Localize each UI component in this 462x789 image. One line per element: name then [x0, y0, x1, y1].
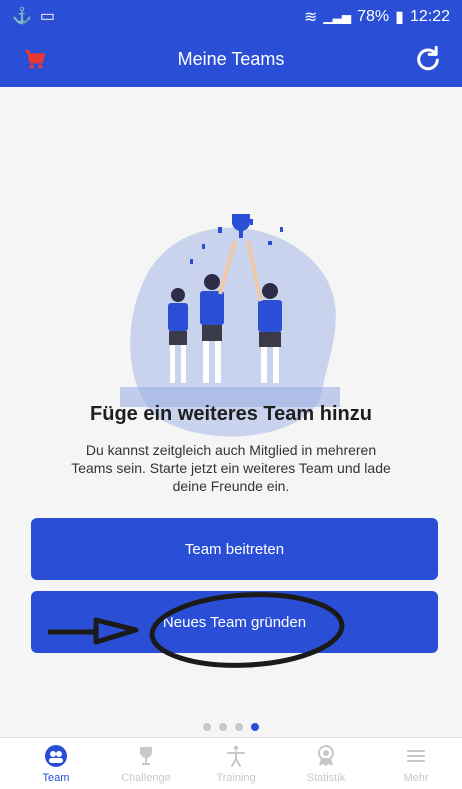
battery-icon: ▮ — [395, 9, 404, 26]
signal-icon: ▁▃▅ — [323, 10, 352, 24]
nav-tab-statistik[interactable]: Statistik — [280, 738, 372, 789]
page-dot-active — [251, 723, 259, 731]
status-bar: ⚓ ▭ ≋ ▁▃▅ 78% ▮ 12:22 — [0, 0, 462, 33]
create-team-button[interactable]: Neues Team gründen — [31, 591, 438, 653]
page-dot — [235, 723, 243, 731]
main-content: Füge ein weiteres Team hinzu Du kannst z… — [0, 87, 462, 737]
battery-percent: 78% — [357, 8, 390, 25]
nav-tab-training[interactable]: Training — [190, 738, 282, 789]
usb-icon: ⚓ — [12, 8, 32, 25]
nav-label-team: Team — [42, 772, 70, 784]
refresh-icon[interactable] — [414, 45, 442, 73]
description: Du kannst zeitgleich auch Mitglied in me… — [71, 442, 391, 494]
headline: Füge ein weiteres Team hinzu — [90, 403, 372, 425]
wifi-icon: ≋ — [304, 9, 318, 26]
team-icon — [45, 745, 67, 767]
page-dot — [219, 723, 227, 731]
nav-tab-team[interactable]: Team — [10, 738, 102, 789]
menu-icon — [407, 750, 425, 762]
nav-tab-challenge[interactable]: Challenge — [100, 738, 192, 789]
nav-tab-mehr[interactable]: Mehr — [370, 738, 462, 789]
page-dot — [203, 723, 211, 731]
nav-label-training: Training — [216, 772, 256, 784]
join-team-button[interactable]: Team beitreten — [31, 518, 438, 580]
page-indicator — [0, 723, 462, 731]
statistics-icon — [318, 745, 334, 766]
training-icon — [227, 745, 245, 767]
status-time: 12:22 — [409, 8, 450, 25]
nav-label-mehr: Mehr — [403, 772, 429, 784]
bottom-navigation: Team Challenge Training Statistik Mehr — [0, 737, 462, 789]
trophy-icon — [140, 747, 152, 765]
page-title: Meine Teams — [177, 49, 285, 69]
screen-cast-icon: ▭ — [39, 8, 56, 25]
app-bar: Meine Teams — [0, 33, 462, 87]
nav-label-challenge: Challenge — [121, 772, 171, 784]
nav-label-statistik: Statistik — [306, 772, 346, 784]
